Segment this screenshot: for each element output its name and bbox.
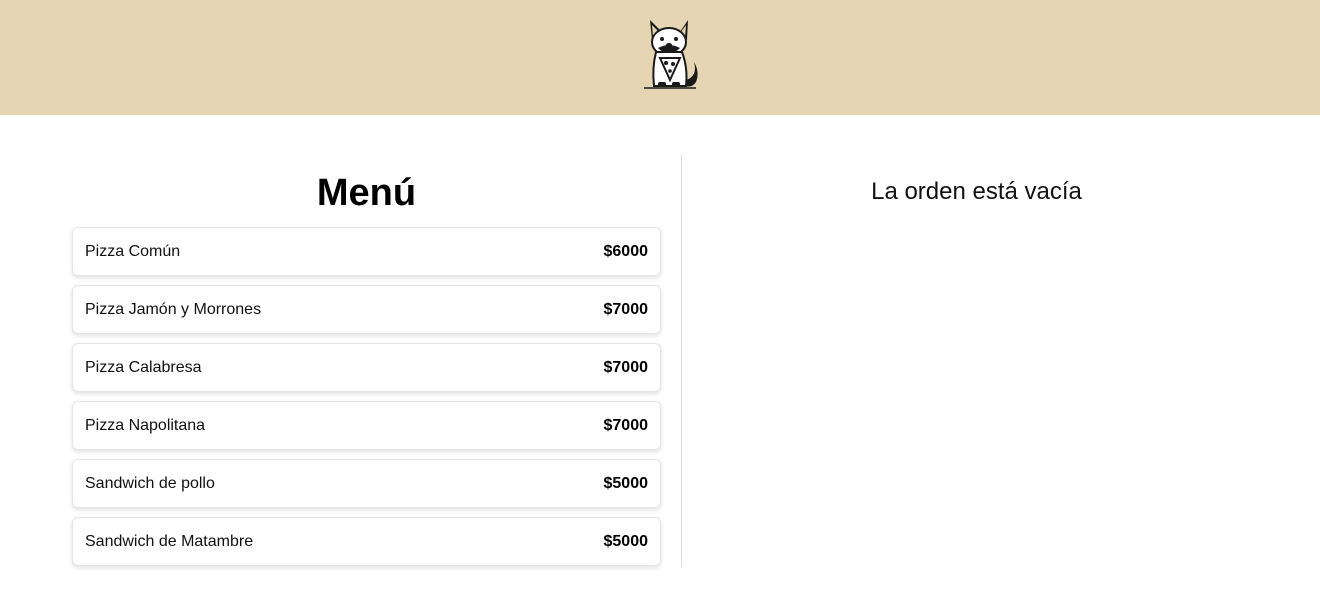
order-section: La orden está vacía bbox=[682, 115, 1271, 597]
menu-item-name: Sandwich de Matambre bbox=[85, 532, 254, 550]
menu-item[interactable]: Pizza Común $6000 bbox=[72, 227, 661, 276]
menu-item[interactable]: Sandwich de Matambre $5000 bbox=[72, 517, 661, 566]
menu-item-price: $5000 bbox=[603, 474, 649, 492]
menu-list: Pizza Común $6000 Pizza Jamón y Morrones… bbox=[72, 227, 661, 575]
menu-item[interactable]: Sandwich de pollo $5000 bbox=[72, 459, 661, 508]
menu-item-price: $6000 bbox=[603, 242, 649, 260]
main-content: Menú Pizza Común $6000 Pizza Jamón y Mor… bbox=[0, 115, 1320, 597]
order-empty-message: La orden está vacía bbox=[871, 178, 1082, 205]
menu-item-price: $7000 bbox=[603, 416, 649, 434]
menu-item-name: Pizza Calabresa bbox=[85, 358, 202, 376]
menu-item-name: Sandwich de pollo bbox=[85, 474, 215, 492]
menu-item-price: $5000 bbox=[603, 532, 649, 550]
menu-item-price: $7000 bbox=[603, 358, 649, 376]
menu-item[interactable]: Pizza Calabresa $7000 bbox=[72, 343, 661, 392]
menu-item[interactable]: Pizza Napolitana $7000 bbox=[72, 401, 661, 450]
menu-item-name: Pizza Napolitana bbox=[85, 416, 206, 434]
menu-title: Menú bbox=[316, 172, 417, 214]
menu-item-name: Pizza Jamón y Morrones bbox=[85, 300, 262, 318]
site-header bbox=[0, 0, 1320, 115]
menu-item-name: Pizza Común bbox=[85, 242, 181, 260]
menu-item-price: $7000 bbox=[603, 300, 649, 318]
menu-section: Menú Pizza Común $6000 Pizza Jamón y Mor… bbox=[72, 115, 661, 597]
menu-item[interactable]: Pizza Jamón y Morrones $7000 bbox=[72, 285, 661, 334]
dog-pizza-logo-icon bbox=[644, 20, 698, 89]
